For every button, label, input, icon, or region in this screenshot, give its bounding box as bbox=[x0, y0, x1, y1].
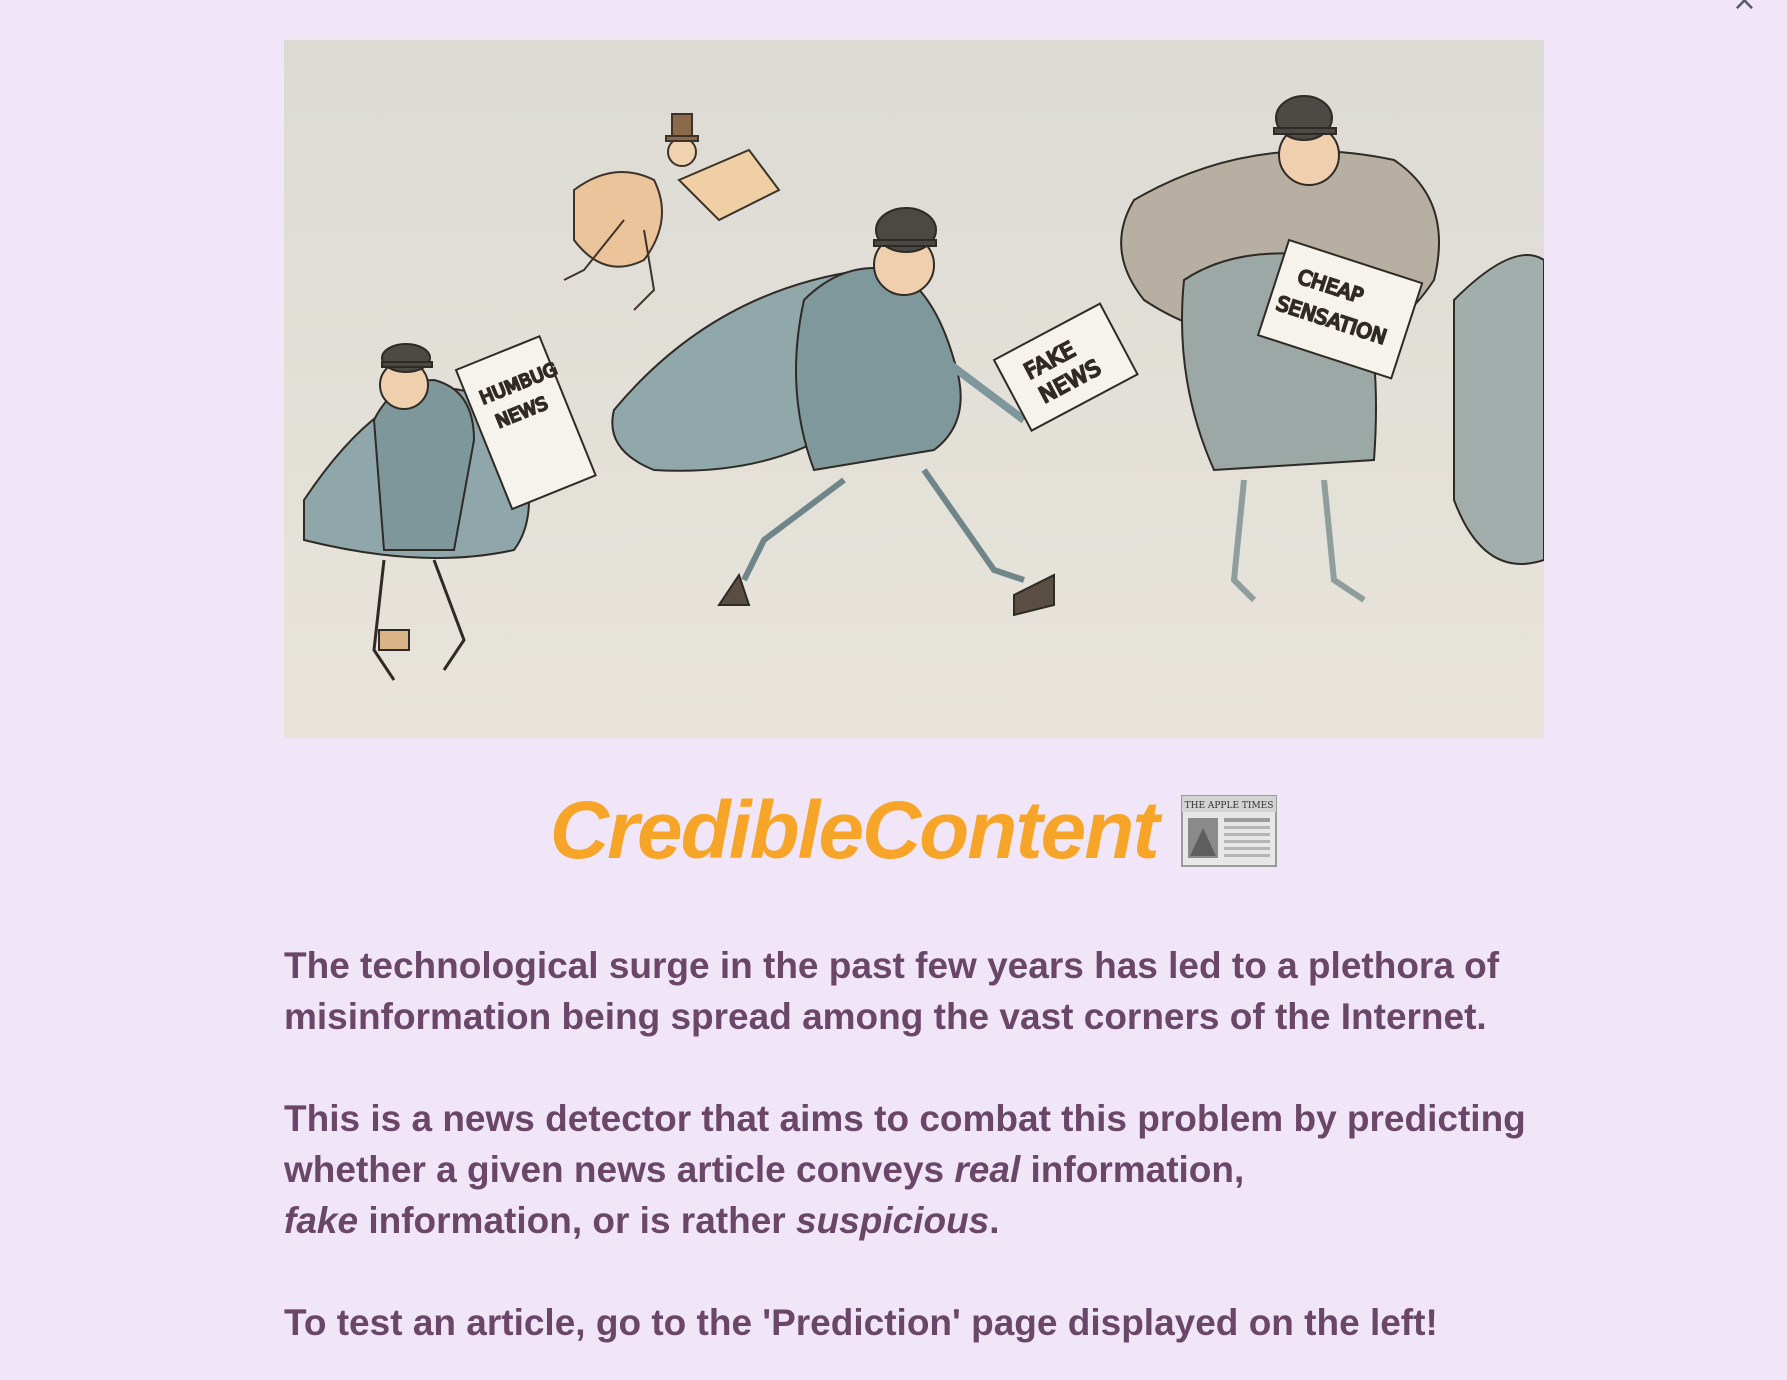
hero-cartoon-image: HUMBUG NEWS FAKE NEWS CHEAP SENSATION bbox=[284, 40, 1544, 738]
fake-emphasis: fake bbox=[284, 1200, 359, 1241]
detector-text-3: information, or is rather bbox=[358, 1200, 796, 1241]
main-content: HUMBUG NEWS FAKE NEWS CHEAP SENSATION Cr… bbox=[284, 40, 1544, 1348]
detector-text-1: This is a news detector that aims to com… bbox=[284, 1098, 1526, 1190]
intro-paragraph: The technological surge in the past few … bbox=[284, 945, 1500, 1037]
close-icon[interactable]: × bbox=[1732, 0, 1757, 16]
title-row: CredibleContent THE APPLE TIMES bbox=[284, 784, 1544, 878]
instructions-paragraph: To test an article, go to the 'Predictio… bbox=[284, 1302, 1438, 1343]
svg-text:THE APPLE TIMES: THE APPLE TIMES bbox=[1185, 801, 1274, 811]
real-emphasis: real bbox=[954, 1149, 1021, 1190]
detector-text-end: . bbox=[989, 1200, 1000, 1241]
detector-text-2: information, bbox=[1020, 1149, 1245, 1190]
suspicious-emphasis: suspicious bbox=[795, 1200, 990, 1241]
page-title: CredibleContent bbox=[549, 785, 1160, 876]
detector-paragraph: This is a news detector that aims to com… bbox=[284, 1093, 1544, 1246]
newspaper-icon: THE APPLE TIMES bbox=[1181, 795, 1278, 867]
